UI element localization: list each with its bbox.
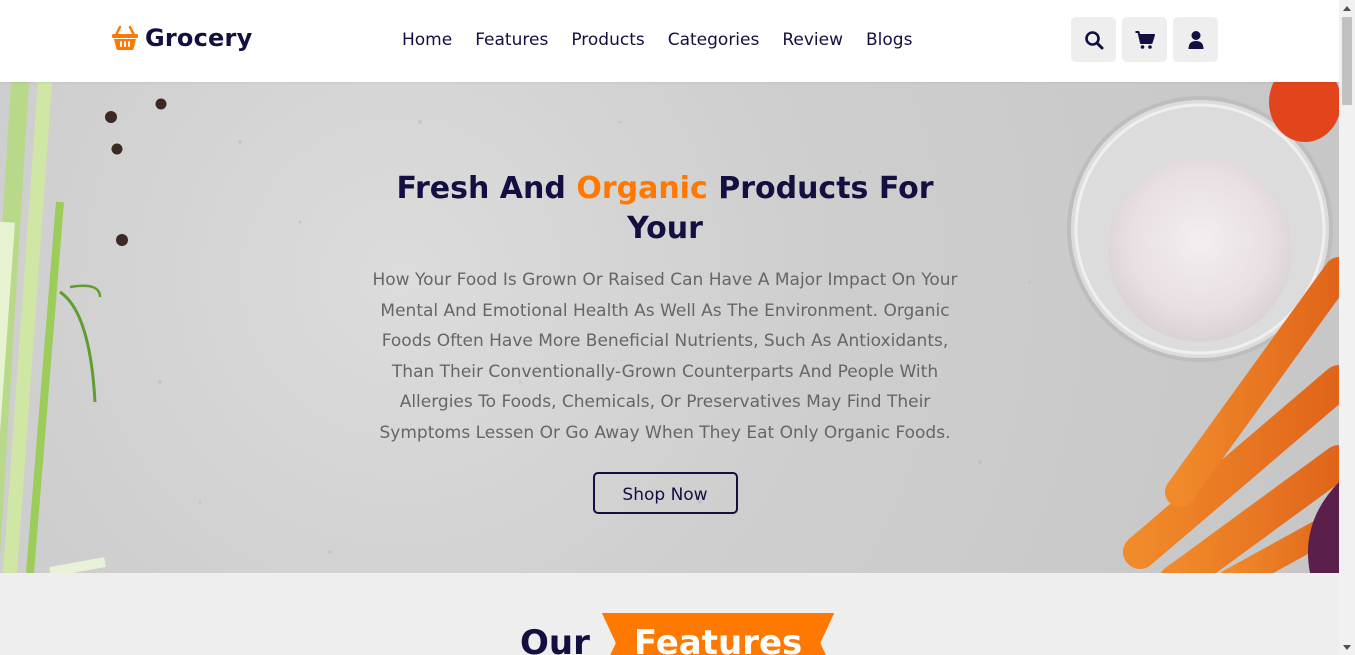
main-nav: Home Features Products Categories Review… (402, 28, 935, 52)
hero-title-part1: Fresh And (396, 171, 577, 206)
nav-blogs[interactable]: Blogs (866, 28, 912, 52)
scroll-down-arrow-icon[interactable] (1339, 639, 1355, 655)
hero-section: Fresh And Organic Products For Your How … (0, 82, 1339, 573)
user-icon (1188, 30, 1203, 49)
search-icon (1084, 30, 1103, 49)
scroll-up-arrow-icon[interactable] (1339, 0, 1355, 16)
nav-categories[interactable]: Categories (668, 28, 760, 52)
cart-icon (1135, 30, 1155, 49)
header-icons (1071, 17, 1218, 62)
hero-title: Fresh And Organic Products For Your (360, 169, 970, 249)
nav-review[interactable]: Review (782, 28, 843, 52)
features-heading: Our Features (520, 613, 835, 655)
user-button[interactable] (1173, 17, 1218, 62)
hero-title-accent: Organic (576, 171, 708, 206)
search-button[interactable] (1071, 17, 1116, 62)
site-header: Grocery Home Features Products Categorie… (0, 0, 1339, 82)
features-section: Our Features (0, 573, 1339, 655)
page: Grocery Home Features Products Categorie… (0, 0, 1339, 655)
nav-home[interactable]: Home (402, 28, 452, 52)
nav-products[interactable]: Products (571, 28, 644, 52)
hero-description: How Your Food Is Grown Or Raised Can Hav… (372, 270, 958, 443)
shopping-basket-icon (112, 25, 138, 50)
logo-text: Grocery (145, 24, 253, 52)
scrollbar-thumb[interactable] (1342, 17, 1352, 105)
logo-link[interactable]: Grocery (111, 24, 252, 52)
hero-content: Fresh And Organic Products For Your How … (360, 169, 970, 514)
features-heading-plain: Our (520, 623, 590, 655)
vertical-scrollbar[interactable] (1339, 0, 1355, 655)
cart-button[interactable] (1122, 17, 1167, 62)
nav-features[interactable]: Features (475, 28, 548, 52)
shop-now-button[interactable]: Shop Now (592, 472, 738, 514)
features-heading-highlight: Features (601, 613, 835, 655)
